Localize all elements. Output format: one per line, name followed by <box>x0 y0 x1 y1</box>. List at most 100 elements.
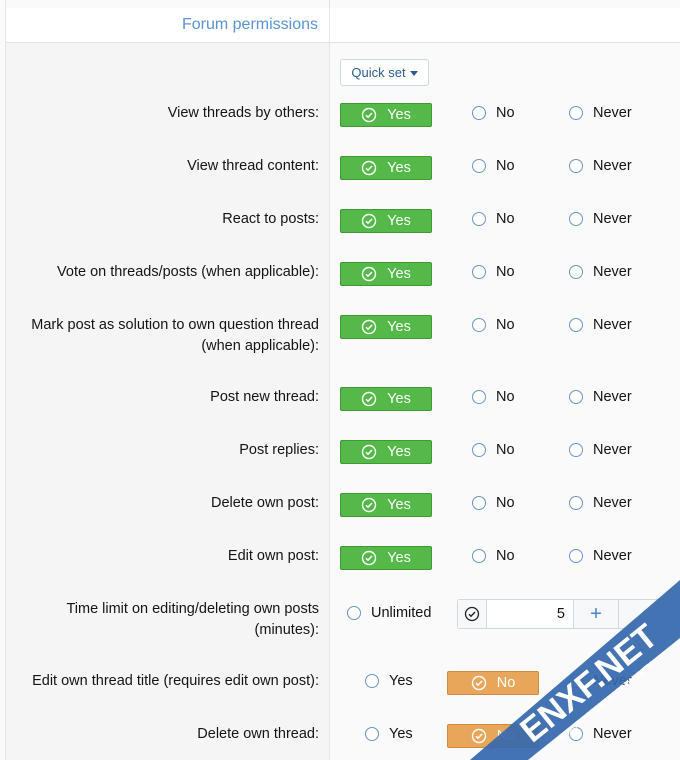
yes-label: Yes <box>387 391 411 407</box>
yes-label: Yes <box>387 444 411 460</box>
yes-option-selected[interactable]: Yes <box>340 103 432 127</box>
never-option[interactable]: Never <box>569 211 632 227</box>
yes-option[interactable]: Yes <box>365 726 413 742</box>
no-option[interactable]: No <box>472 105 515 121</box>
yes-option-selected[interactable]: Yes <box>340 440 432 464</box>
radio-icon <box>569 496 583 510</box>
no-option[interactable]: No <box>472 389 515 405</box>
never-option[interactable]: Never <box>569 264 632 280</box>
no-label: No <box>496 495 515 511</box>
never-option[interactable]: Never <box>569 495 632 511</box>
no-option[interactable]: No <box>472 264 515 280</box>
never-label: Never <box>593 673 632 689</box>
yes-option-selected[interactable]: Yes <box>340 315 432 339</box>
never-label: Never <box>593 211 632 227</box>
check-circle-icon <box>361 107 377 123</box>
yes-option-selected[interactable]: Yes <box>340 209 432 233</box>
no-label: No <box>496 317 515 333</box>
left-edge <box>0 0 6 760</box>
never-option[interactable]: Never <box>569 673 632 689</box>
never-label: Never <box>593 105 632 121</box>
never-option[interactable]: Never <box>569 548 632 564</box>
enable-limit-toggle[interactable] <box>458 600 487 628</box>
check-circle-icon <box>361 213 377 229</box>
yes-option-selected[interactable]: Yes <box>340 262 432 286</box>
no-label: No <box>496 389 515 405</box>
never-option[interactable]: Never <box>569 317 632 333</box>
yes-label: Yes <box>387 107 411 123</box>
never-option[interactable]: Never <box>569 442 632 458</box>
no-label: No <box>496 675 516 691</box>
never-label: Never <box>593 726 632 742</box>
radio-icon <box>472 212 486 226</box>
never-label: Never <box>593 495 632 511</box>
radio-icon <box>472 496 486 510</box>
radio-icon <box>569 212 583 226</box>
no-option[interactable]: No <box>472 317 515 333</box>
radio-icon <box>569 443 583 457</box>
time-limit-stepper: 5 + <box>457 599 680 629</box>
permission-label: Vote on threads/posts (when applicable): <box>57 264 319 280</box>
radio-icon <box>569 318 583 332</box>
permission-label: View threads by others: <box>167 105 319 121</box>
permission-label: Post replies: <box>239 442 319 458</box>
yes-label: Yes <box>387 497 411 513</box>
section-title: Forum permissions <box>181 16 318 33</box>
radio-icon <box>472 159 486 173</box>
radio-icon <box>472 390 486 404</box>
never-option[interactable]: Never <box>569 158 632 174</box>
radio-icon <box>472 265 486 279</box>
quick-set-button[interactable]: Quick set <box>340 59 429 86</box>
never-option[interactable]: Never <box>569 726 632 742</box>
no-label: No <box>496 158 515 174</box>
permission-label-line: Time limit on editing/deleting own posts <box>66 601 319 617</box>
never-option[interactable]: Never <box>569 389 632 405</box>
check-circle-icon <box>361 497 377 513</box>
increment-button[interactable]: + <box>574 600 619 628</box>
stepper-extension <box>619 600 680 628</box>
check-circle-icon <box>361 391 377 407</box>
permission-label: View thread content: <box>187 158 319 174</box>
yes-option-selected[interactable]: Yes <box>340 156 432 180</box>
no-option-selected[interactable]: No <box>447 724 539 748</box>
radio-icon <box>347 606 361 620</box>
permission-label: Post new thread: <box>210 389 319 405</box>
never-option[interactable]: Never <box>569 105 632 121</box>
radio-icon <box>472 549 486 563</box>
time-limit-input[interactable]: 5 <box>487 600 574 628</box>
yes-label: Yes <box>387 319 411 335</box>
yes-option-selected[interactable]: Yes <box>340 546 432 570</box>
radio-icon <box>365 727 379 741</box>
radio-icon <box>569 727 583 741</box>
no-label: No <box>496 442 515 458</box>
yes-option-selected[interactable]: Yes <box>340 493 432 517</box>
yes-option-selected[interactable]: Yes <box>340 387 432 411</box>
radio-icon <box>472 106 486 120</box>
yes-option[interactable]: Yes <box>365 673 413 689</box>
no-option-selected[interactable]: No <box>447 671 539 695</box>
no-option[interactable]: No <box>472 495 515 511</box>
permission-label: React to posts: <box>222 211 319 227</box>
permission-label: Delete own thread: <box>197 726 319 742</box>
plus-icon: + <box>590 602 602 625</box>
check-circle-icon <box>464 606 480 622</box>
radio-icon <box>569 390 583 404</box>
no-option[interactable]: No <box>472 158 515 174</box>
no-label: No <box>496 264 515 280</box>
no-option[interactable]: No <box>472 442 515 458</box>
never-label: Never <box>593 389 632 405</box>
yes-label: Yes <box>387 550 411 566</box>
no-option[interactable]: No <box>472 548 515 564</box>
permission-label-line: Mark post as solution to own question th… <box>31 317 319 333</box>
radio-icon <box>569 674 583 688</box>
radio-icon <box>569 549 583 563</box>
never-label: Never <box>593 548 632 564</box>
no-option[interactable]: No <box>472 211 515 227</box>
no-label: No <box>496 728 516 744</box>
no-label: No <box>496 105 515 121</box>
permission-label: Mark post as solution to own question th… <box>14 315 319 357</box>
no-label: No <box>496 548 515 564</box>
unlimited-option[interactable]: Unlimited <box>347 605 431 621</box>
section-header: Forum permissions <box>6 8 680 43</box>
radio-icon <box>472 318 486 332</box>
